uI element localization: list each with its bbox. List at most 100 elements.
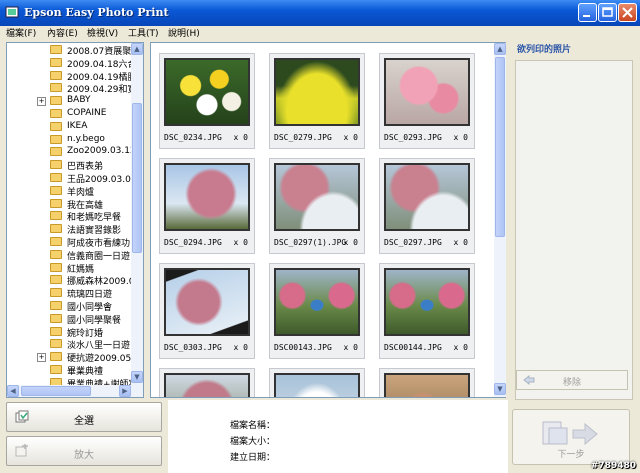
photo-image bbox=[166, 60, 248, 124]
tree-item[interactable]: 畢業典禮 bbox=[7, 364, 131, 377]
thumbs-scroll-thumb[interactable] bbox=[495, 57, 505, 237]
tree-item-label: 2008.07資展聚餐 bbox=[67, 47, 141, 57]
expand-icon[interactable]: + bbox=[37, 353, 46, 363]
photo-image bbox=[386, 165, 468, 229]
tree-item-label: 淡水八里一日遊 bbox=[67, 341, 131, 352]
window-title: Epson Easy Photo Print bbox=[24, 6, 169, 19]
photo-thumbnail[interactable] bbox=[269, 368, 365, 397]
print-count: x 0 bbox=[453, 238, 468, 247]
scroll-up-icon[interactable]: ▲ bbox=[131, 43, 143, 55]
folder-icon bbox=[50, 326, 62, 336]
photo-frame bbox=[164, 268, 250, 336]
folder-icon bbox=[50, 211, 62, 221]
tree-item-label: 琉璃四日遊 bbox=[67, 290, 113, 301]
photo-thumbnail[interactable]: DSC00144.JPG x 0 bbox=[379, 263, 475, 359]
folder-icon bbox=[50, 109, 62, 118]
tree-item[interactable]: 國小同學聚餐 bbox=[7, 313, 131, 326]
thumbnail-grid[interactable]: DSC_0234.JPG x 0 DSC_0279.JPG x 0 DSC_0293.J… bbox=[150, 42, 506, 398]
menu-tools[interactable]: 工具(T) bbox=[128, 26, 159, 39]
photo-filename: DSC_0297(1).JPG bbox=[274, 238, 347, 247]
select-all-button[interactable]: 全選 bbox=[6, 402, 162, 432]
tree-item[interactable]: 婉玲訂婚 bbox=[7, 326, 131, 339]
tree-item[interactable]: 琉璃四日遊 bbox=[7, 287, 131, 301]
scroll-right-icon[interactable]: ▶ bbox=[119, 385, 131, 397]
folder-icon bbox=[50, 57, 62, 67]
tree-item[interactable]: 挪威森林2009.0 bbox=[7, 274, 135, 287]
next-button[interactable]: 下一步 bbox=[512, 409, 630, 465]
thumbs-scrollbar[interactable]: ▲ ▼ bbox=[494, 43, 506, 397]
tree-hscrollbar[interactable]: ◀ ▶ bbox=[7, 385, 131, 397]
tree-scroll-thumb[interactable] bbox=[132, 103, 142, 253]
photo-image bbox=[386, 375, 468, 397]
photo-thumbnail[interactable]: DSC_0279.JPG x 0 bbox=[269, 53, 365, 149]
photo-filename: DSC00143.JPG bbox=[274, 343, 332, 352]
photo-filename: DSC00144.JPG bbox=[384, 343, 442, 352]
tree-item[interactable]: 和老媽吃早餐 bbox=[7, 210, 131, 223]
photo-image bbox=[166, 270, 248, 334]
photo-thumbnail[interactable] bbox=[379, 368, 475, 397]
thumbs-scroll-up-icon[interactable]: ▲ bbox=[494, 43, 506, 55]
close-button[interactable] bbox=[618, 3, 637, 22]
tree-item[interactable]: COPAINE bbox=[7, 108, 131, 120]
tree-item[interactable]: + 硬抗遊2009.050 bbox=[7, 351, 137, 364]
tree-item-label: 硬抗遊2009.050 bbox=[67, 354, 137, 365]
tree-item-label: 巴西表弟 bbox=[67, 162, 104, 173]
menu-view[interactable]: 檢視(V) bbox=[87, 26, 118, 39]
folder-tree[interactable]: 2008.07資展聚餐 2009.04.18六合 2009.04.19橘腸 2009.… bbox=[6, 42, 144, 398]
print-pane-title: 欲列印的照片 bbox=[517, 45, 572, 55]
tree-hscroll-thumb[interactable] bbox=[21, 386, 91, 396]
tree-item[interactable]: IKEA bbox=[7, 121, 131, 133]
tree-item-label: COPAINE bbox=[67, 108, 107, 118]
tree-item[interactable]: 法語實習錄影 bbox=[7, 223, 131, 236]
tree-item[interactable]: 紅媽媽 bbox=[7, 262, 131, 275]
remove-button[interactable]: 移除 bbox=[516, 370, 628, 390]
photo-filename: DSC_0294.JPG bbox=[164, 238, 222, 247]
tree-item[interactable]: 羊肉爐 bbox=[7, 185, 131, 198]
zoom-button[interactable]: 放大 bbox=[6, 436, 162, 466]
file-info-panel: 檔案名稱： 檔案大小： 建立日期： bbox=[168, 400, 508, 473]
photo-thumbnail[interactable]: DSC_0297(1).JPG x 0 bbox=[269, 158, 365, 254]
photo-filename: DSC_0293.JPG bbox=[384, 133, 442, 142]
photo-thumbnail[interactable] bbox=[159, 368, 255, 397]
tree-item[interactable]: n.y.bego bbox=[7, 134, 131, 146]
photo-thumbnail[interactable]: DSC00143.JPG x 0 bbox=[269, 263, 365, 359]
tree-item-label: n.y.bego bbox=[67, 133, 105, 144]
folder-icon bbox=[50, 237, 62, 246]
scroll-left-icon[interactable]: ◀ bbox=[7, 385, 19, 397]
menu-properties[interactable]: 內容(E) bbox=[47, 26, 78, 39]
tree-item[interactable]: 阿成夜市看練功 bbox=[7, 236, 131, 249]
tree-item[interactable]: + BABY bbox=[7, 95, 131, 107]
menu-help[interactable]: 說明(H) bbox=[168, 26, 200, 39]
photo-thumbnail[interactable]: DSC_0297.JPG x 0 bbox=[379, 158, 475, 254]
tree-scrollbar[interactable]: ▲ ▼ bbox=[131, 43, 143, 397]
tree-item[interactable]: 2009.04.19橘腸 bbox=[7, 70, 137, 83]
tree-item[interactable]: 國小同學會 bbox=[7, 300, 131, 313]
photo-thumbnail[interactable]: DSC_0303.JPG x 0 bbox=[159, 263, 255, 359]
menu-file[interactable]: 檔案(F) bbox=[6, 26, 36, 39]
tree-item[interactable]: 信義商圈一日遊 bbox=[7, 249, 131, 262]
print-list[interactable] bbox=[515, 60, 633, 400]
tree-item-label: Zoo2009.03.12 bbox=[67, 146, 136, 157]
maximize-button[interactable] bbox=[598, 3, 617, 22]
photo-thumbnail[interactable]: DSC_0234.JPG x 0 bbox=[159, 53, 255, 149]
photo-thumbnail[interactable]: DSC_0294.JPG x 0 bbox=[159, 158, 255, 254]
folder-icon bbox=[50, 275, 62, 285]
photo-filename: DSC_0303.JPG bbox=[164, 343, 222, 352]
tree-item[interactable]: 我在高雄 bbox=[7, 198, 131, 211]
tree-item[interactable]: 巴西表弟 bbox=[7, 159, 131, 173]
tree-item[interactable]: 王品2009.03.06 bbox=[7, 172, 137, 185]
tree-item[interactable]: 淡水八里一日遊 bbox=[7, 338, 131, 352]
scroll-down-icon[interactable]: ▼ bbox=[131, 371, 143, 383]
tree-item[interactable]: 2009.04.18六合 bbox=[7, 57, 137, 70]
folder-icon bbox=[50, 96, 62, 106]
tree-item[interactable]: Zoo2009.03.12 bbox=[7, 146, 136, 158]
expand-icon[interactable]: + bbox=[37, 97, 46, 107]
photo-thumbnail[interactable]: DSC_0293.JPG x 0 bbox=[379, 53, 475, 149]
photo-image bbox=[166, 165, 248, 229]
thumbs-scroll-down-icon[interactable]: ▼ bbox=[494, 383, 506, 395]
photo-image bbox=[386, 270, 468, 334]
minimize-button[interactable] bbox=[578, 3, 597, 22]
tree-item[interactable]: 2008.07資展聚餐 bbox=[7, 44, 140, 57]
tree-item[interactable]: 2009.04.29和寬 bbox=[7, 82, 137, 95]
photo-frame bbox=[384, 268, 470, 336]
